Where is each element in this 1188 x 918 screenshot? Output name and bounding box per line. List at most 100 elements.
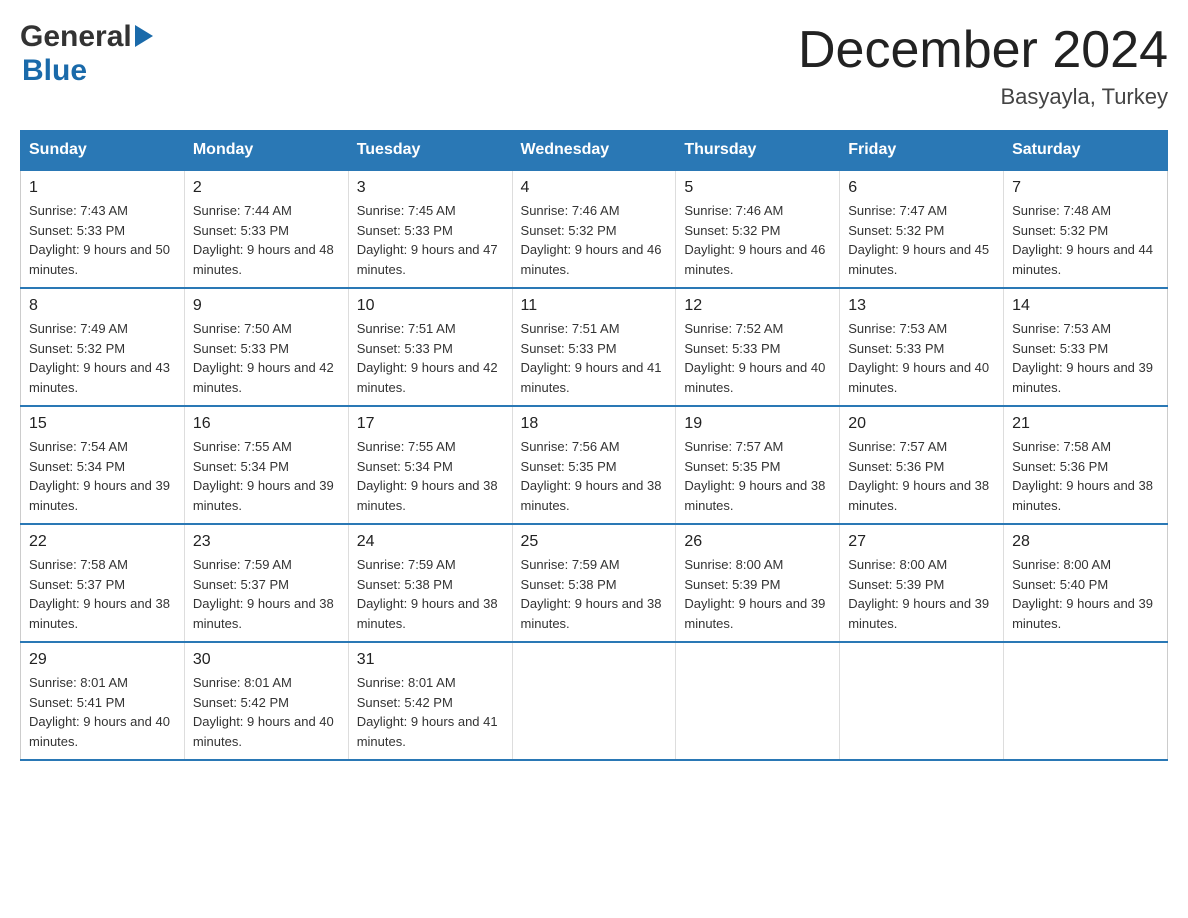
sunset-label: Sunset: 5:42 PM bbox=[357, 695, 453, 710]
sunset-label: Sunset: 5:39 PM bbox=[684, 577, 780, 592]
sunrise-label: Sunrise: 7:55 AM bbox=[357, 439, 456, 454]
day-number: 17 bbox=[357, 415, 504, 433]
calendar-week-row: 1 Sunrise: 7:43 AM Sunset: 5:33 PM Dayli… bbox=[21, 170, 1168, 288]
daylight-label: Daylight: 9 hours and 38 minutes. bbox=[521, 478, 662, 513]
sunrise-label: Sunrise: 7:53 AM bbox=[848, 321, 947, 336]
day-info: Sunrise: 7:59 AM Sunset: 5:37 PM Dayligh… bbox=[193, 555, 340, 633]
sunset-label: Sunset: 5:37 PM bbox=[193, 577, 289, 592]
day-number: 18 bbox=[521, 415, 668, 433]
calendar-week-row: 8 Sunrise: 7:49 AM Sunset: 5:32 PM Dayli… bbox=[21, 288, 1168, 406]
header-monday: Monday bbox=[184, 131, 348, 171]
daylight-label: Daylight: 9 hours and 39 minutes. bbox=[1012, 360, 1153, 395]
sunrise-label: Sunrise: 8:00 AM bbox=[684, 557, 783, 572]
day-info: Sunrise: 7:56 AM Sunset: 5:35 PM Dayligh… bbox=[521, 437, 668, 515]
day-info: Sunrise: 7:51 AM Sunset: 5:33 PM Dayligh… bbox=[521, 319, 668, 397]
table-row: 30 Sunrise: 8:01 AM Sunset: 5:42 PM Dayl… bbox=[184, 642, 348, 760]
sunset-label: Sunset: 5:32 PM bbox=[29, 341, 125, 356]
day-number: 5 bbox=[684, 179, 831, 197]
sunset-label: Sunset: 5:33 PM bbox=[684, 341, 780, 356]
table-row: 23 Sunrise: 7:59 AM Sunset: 5:37 PM Dayl… bbox=[184, 524, 348, 642]
sunrise-label: Sunrise: 8:01 AM bbox=[357, 675, 456, 690]
day-number: 16 bbox=[193, 415, 340, 433]
header-saturday: Saturday bbox=[1004, 131, 1168, 171]
day-number: 19 bbox=[684, 415, 831, 433]
day-info: Sunrise: 7:55 AM Sunset: 5:34 PM Dayligh… bbox=[193, 437, 340, 515]
day-number: 15 bbox=[29, 415, 176, 433]
logo: General Blue bbox=[20, 20, 153, 88]
daylight-label: Daylight: 9 hours and 40 minutes. bbox=[684, 360, 825, 395]
table-row: 21 Sunrise: 7:58 AM Sunset: 5:36 PM Dayl… bbox=[1004, 406, 1168, 524]
day-number: 31 bbox=[357, 651, 504, 669]
day-number: 24 bbox=[357, 533, 504, 551]
table-row: 11 Sunrise: 7:51 AM Sunset: 5:33 PM Dayl… bbox=[512, 288, 676, 406]
day-number: 25 bbox=[521, 533, 668, 551]
day-info: Sunrise: 7:53 AM Sunset: 5:33 PM Dayligh… bbox=[1012, 319, 1159, 397]
calendar-week-row: 29 Sunrise: 8:01 AM Sunset: 5:41 PM Dayl… bbox=[21, 642, 1168, 760]
daylight-label: Daylight: 9 hours and 46 minutes. bbox=[521, 242, 662, 277]
sunrise-label: Sunrise: 7:57 AM bbox=[684, 439, 783, 454]
month-title: December 2024 bbox=[798, 20, 1168, 80]
daylight-label: Daylight: 9 hours and 38 minutes. bbox=[29, 596, 170, 631]
logo-general-text: General bbox=[20, 20, 132, 54]
location-title: Basyayla, Turkey bbox=[798, 84, 1168, 110]
table-row: 22 Sunrise: 7:58 AM Sunset: 5:37 PM Dayl… bbox=[21, 524, 185, 642]
day-number: 23 bbox=[193, 533, 340, 551]
day-number: 10 bbox=[357, 297, 504, 315]
sunset-label: Sunset: 5:36 PM bbox=[1012, 459, 1108, 474]
header-thursday: Thursday bbox=[676, 131, 840, 171]
sunrise-label: Sunrise: 7:55 AM bbox=[193, 439, 292, 454]
sunrise-label: Sunrise: 8:00 AM bbox=[848, 557, 947, 572]
sunrise-label: Sunrise: 7:51 AM bbox=[357, 321, 456, 336]
daylight-label: Daylight: 9 hours and 47 minutes. bbox=[357, 242, 498, 277]
sunset-label: Sunset: 5:35 PM bbox=[684, 459, 780, 474]
sunset-label: Sunset: 5:37 PM bbox=[29, 577, 125, 592]
table-row: 5 Sunrise: 7:46 AM Sunset: 5:32 PM Dayli… bbox=[676, 170, 840, 288]
header-friday: Friday bbox=[840, 131, 1004, 171]
day-info: Sunrise: 7:50 AM Sunset: 5:33 PM Dayligh… bbox=[193, 319, 340, 397]
table-row: 29 Sunrise: 8:01 AM Sunset: 5:41 PM Dayl… bbox=[21, 642, 185, 760]
sunset-label: Sunset: 5:32 PM bbox=[521, 223, 617, 238]
daylight-label: Daylight: 9 hours and 39 minutes. bbox=[1012, 596, 1153, 631]
day-number: 13 bbox=[848, 297, 995, 315]
sunset-label: Sunset: 5:34 PM bbox=[29, 459, 125, 474]
sunrise-label: Sunrise: 7:43 AM bbox=[29, 203, 128, 218]
table-row: 25 Sunrise: 7:59 AM Sunset: 5:38 PM Dayl… bbox=[512, 524, 676, 642]
table-row: 1 Sunrise: 7:43 AM Sunset: 5:33 PM Dayli… bbox=[21, 170, 185, 288]
day-number: 4 bbox=[521, 179, 668, 197]
table-row: 31 Sunrise: 8:01 AM Sunset: 5:42 PM Dayl… bbox=[348, 642, 512, 760]
table-row bbox=[1004, 642, 1168, 760]
sunrise-label: Sunrise: 7:50 AM bbox=[193, 321, 292, 336]
daylight-label: Daylight: 9 hours and 50 minutes. bbox=[29, 242, 170, 277]
header-sunday: Sunday bbox=[21, 131, 185, 171]
sunset-label: Sunset: 5:40 PM bbox=[1012, 577, 1108, 592]
day-info: Sunrise: 7:47 AM Sunset: 5:32 PM Dayligh… bbox=[848, 201, 995, 279]
daylight-label: Daylight: 9 hours and 46 minutes. bbox=[684, 242, 825, 277]
sunrise-label: Sunrise: 7:59 AM bbox=[193, 557, 292, 572]
sunset-label: Sunset: 5:32 PM bbox=[684, 223, 780, 238]
day-number: 1 bbox=[29, 179, 176, 197]
sunrise-label: Sunrise: 7:51 AM bbox=[521, 321, 620, 336]
day-info: Sunrise: 7:58 AM Sunset: 5:36 PM Dayligh… bbox=[1012, 437, 1159, 515]
table-row bbox=[676, 642, 840, 760]
table-row: 4 Sunrise: 7:46 AM Sunset: 5:32 PM Dayli… bbox=[512, 170, 676, 288]
page-header: General Blue December 2024 Basyayla, Tur… bbox=[20, 20, 1168, 110]
title-section: December 2024 Basyayla, Turkey bbox=[798, 20, 1168, 110]
sunrise-label: Sunrise: 7:59 AM bbox=[521, 557, 620, 572]
sunrise-label: Sunrise: 8:01 AM bbox=[193, 675, 292, 690]
day-number: 21 bbox=[1012, 415, 1159, 433]
table-row bbox=[512, 642, 676, 760]
sunset-label: Sunset: 5:33 PM bbox=[521, 341, 617, 356]
sunset-label: Sunset: 5:34 PM bbox=[193, 459, 289, 474]
sunset-label: Sunset: 5:34 PM bbox=[357, 459, 453, 474]
table-row: 10 Sunrise: 7:51 AM Sunset: 5:33 PM Dayl… bbox=[348, 288, 512, 406]
table-row: 17 Sunrise: 7:55 AM Sunset: 5:34 PM Dayl… bbox=[348, 406, 512, 524]
sunset-label: Sunset: 5:42 PM bbox=[193, 695, 289, 710]
sunset-label: Sunset: 5:33 PM bbox=[1012, 341, 1108, 356]
sunset-label: Sunset: 5:35 PM bbox=[521, 459, 617, 474]
day-info: Sunrise: 7:43 AM Sunset: 5:33 PM Dayligh… bbox=[29, 201, 176, 279]
sunrise-label: Sunrise: 7:56 AM bbox=[521, 439, 620, 454]
day-info: Sunrise: 8:01 AM Sunset: 5:42 PM Dayligh… bbox=[193, 673, 340, 751]
daylight-label: Daylight: 9 hours and 38 minutes. bbox=[357, 478, 498, 513]
daylight-label: Daylight: 9 hours and 40 minutes. bbox=[193, 714, 334, 749]
day-info: Sunrise: 7:51 AM Sunset: 5:33 PM Dayligh… bbox=[357, 319, 504, 397]
